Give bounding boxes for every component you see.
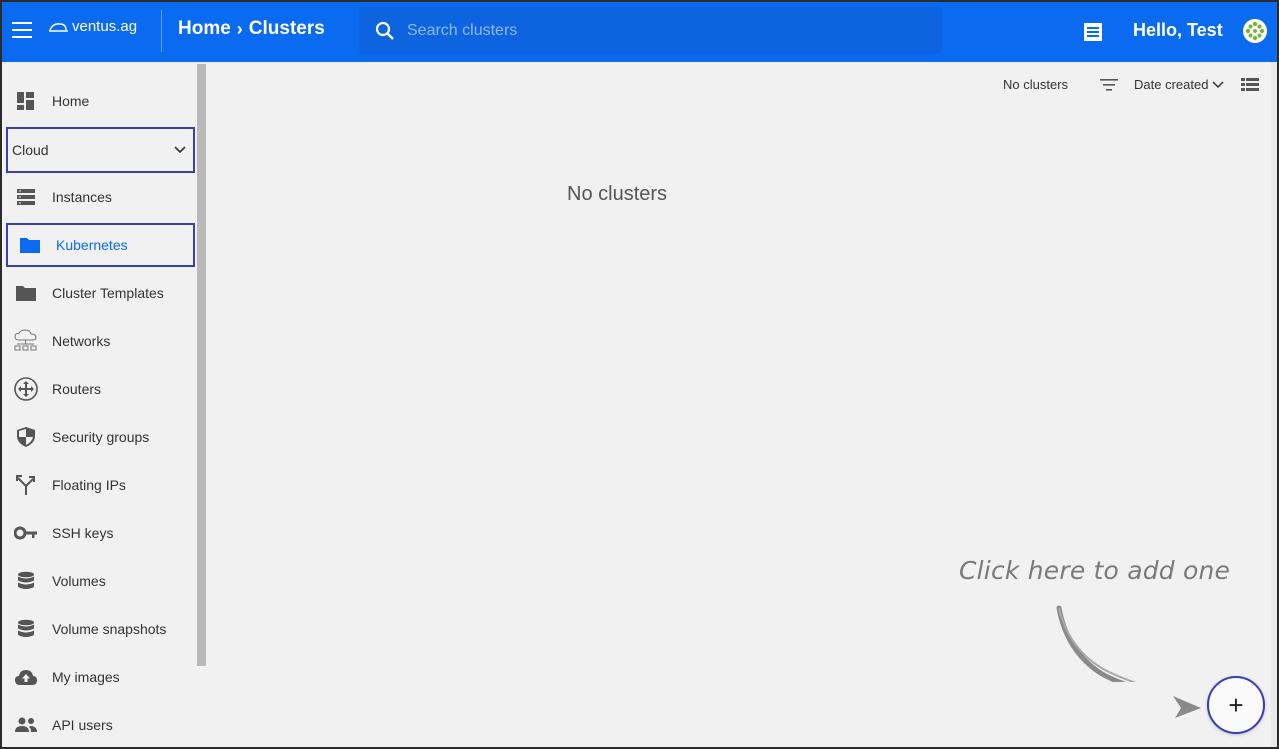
breadcrumb-current: Clusters [248, 18, 325, 39]
server-list-icon [4, 175, 44, 219]
cloud-network-icon [4, 319, 44, 363]
cloud-upload-icon [4, 655, 44, 699]
sidebar-item-label: Cluster Templates [52, 285, 164, 301]
cloud-section-dropdown[interactable]: Cloud [6, 127, 195, 173]
cloud-logo-icon [49, 22, 68, 32]
sidebar-item-label: Home [52, 93, 90, 109]
hint-text: Click here to add one [959, 556, 1231, 585]
filter-icon[interactable] [1099, 77, 1119, 93]
fork-icon [4, 463, 44, 507]
chevron-down-icon [1212, 80, 1224, 88]
router-icon [4, 367, 44, 411]
arrow-head-icon [1173, 696, 1201, 718]
database-icon [4, 607, 44, 651]
sidebar-item-my-images[interactable]: My images [4, 655, 194, 699]
add-cluster-button[interactable]: + [1207, 676, 1265, 734]
breadcrumb-separator: › [236, 18, 243, 39]
sidebar-item-label: Kubernetes [56, 237, 128, 253]
sort-dropdown[interactable]: Date created [1134, 77, 1224, 92]
folder-icon [8, 223, 48, 267]
sidebar-item-volume-snapshots[interactable]: Volume snapshots [4, 607, 194, 651]
sidebar-scrollbar[interactable] [197, 64, 206, 666]
sidebar-item-floating-ips[interactable]: Floating IPs [4, 463, 194, 507]
user-greeting[interactable]: Hello, Test [1133, 20, 1223, 41]
sidebar-item-ssh-keys[interactable]: SSH keys [4, 511, 194, 555]
header-divider [161, 10, 162, 52]
sidebar-item-label: Floating IPs [52, 477, 126, 493]
sidebar-item-label: Volumes [52, 573, 106, 589]
database-icon [4, 559, 44, 603]
search-icon [375, 21, 394, 40]
sidebar-item-security-groups[interactable]: Security groups [4, 415, 194, 459]
logo[interactable]: ventus.ag [48, 18, 137, 35]
key-icon [4, 511, 44, 555]
sidebar-item-networks[interactable]: Networks [4, 319, 194, 363]
sidebar-item-label: API users [52, 717, 113, 733]
top-bar: ventus.ag Home › Clusters Hello, Test [2, 2, 1277, 62]
sidebar-item-label: Routers [52, 381, 102, 397]
document-icon[interactable] [1083, 22, 1103, 42]
sidebar-item-kubernetes[interactable]: Kubernetes [6, 223, 195, 267]
chevron-down-icon [174, 146, 186, 154]
dashboard-icon [4, 79, 44, 123]
sidebar-item-home[interactable]: Home [4, 79, 194, 123]
breadcrumb-home[interactable]: Home [178, 18, 231, 40]
sidebar-item-cluster-templates[interactable]: Cluster Templates [4, 271, 194, 315]
sidebar-item-instances[interactable]: Instances [4, 175, 194, 219]
sidebar-item-label: My images [52, 669, 120, 685]
search-bar [359, 7, 942, 54]
logo-text: ventus.ag [72, 18, 138, 35]
app-window: ventus.ag Home › Clusters Hello, Test [0, 0, 1279, 749]
curved-arrow-icon [1056, 605, 1137, 682]
people-icon [4, 703, 44, 747]
main-content: No clusters Date created No clusters Cli… [207, 62, 1277, 747]
empty-state-message: No clusters [567, 183, 668, 205]
shield-icon [4, 415, 44, 459]
sidebar-item-label: Volume snapshots [52, 621, 167, 637]
sidebar-item-routers[interactable]: Routers [4, 367, 194, 411]
sidebar: Home Cloud Instances Kubernetes Cluster … [2, 62, 207, 747]
sidebar-item-label: Networks [52, 333, 111, 349]
sidebar-item-api-users[interactable]: API users [4, 703, 194, 747]
folder-icon [4, 271, 44, 315]
sort-label: Date created [1134, 77, 1209, 92]
main-scrollbar[interactable] [1271, 62, 1277, 747]
sidebar-item-label: Security groups [52, 429, 150, 445]
search-input[interactable] [407, 7, 927, 54]
hamburger-menu-icon[interactable] [12, 22, 32, 40]
list-view-icon[interactable] [1241, 77, 1259, 93]
avatar[interactable] [1243, 19, 1267, 43]
breadcrumb: Home › Clusters [178, 18, 325, 40]
sidebar-item-volumes[interactable]: Volumes [4, 559, 194, 603]
sidebar-item-label: SSH keys [52, 525, 114, 541]
dropdown-label: Cloud [12, 142, 49, 158]
sidebar-item-label: Instances [52, 189, 112, 205]
cluster-count: No clusters [1003, 77, 1069, 92]
